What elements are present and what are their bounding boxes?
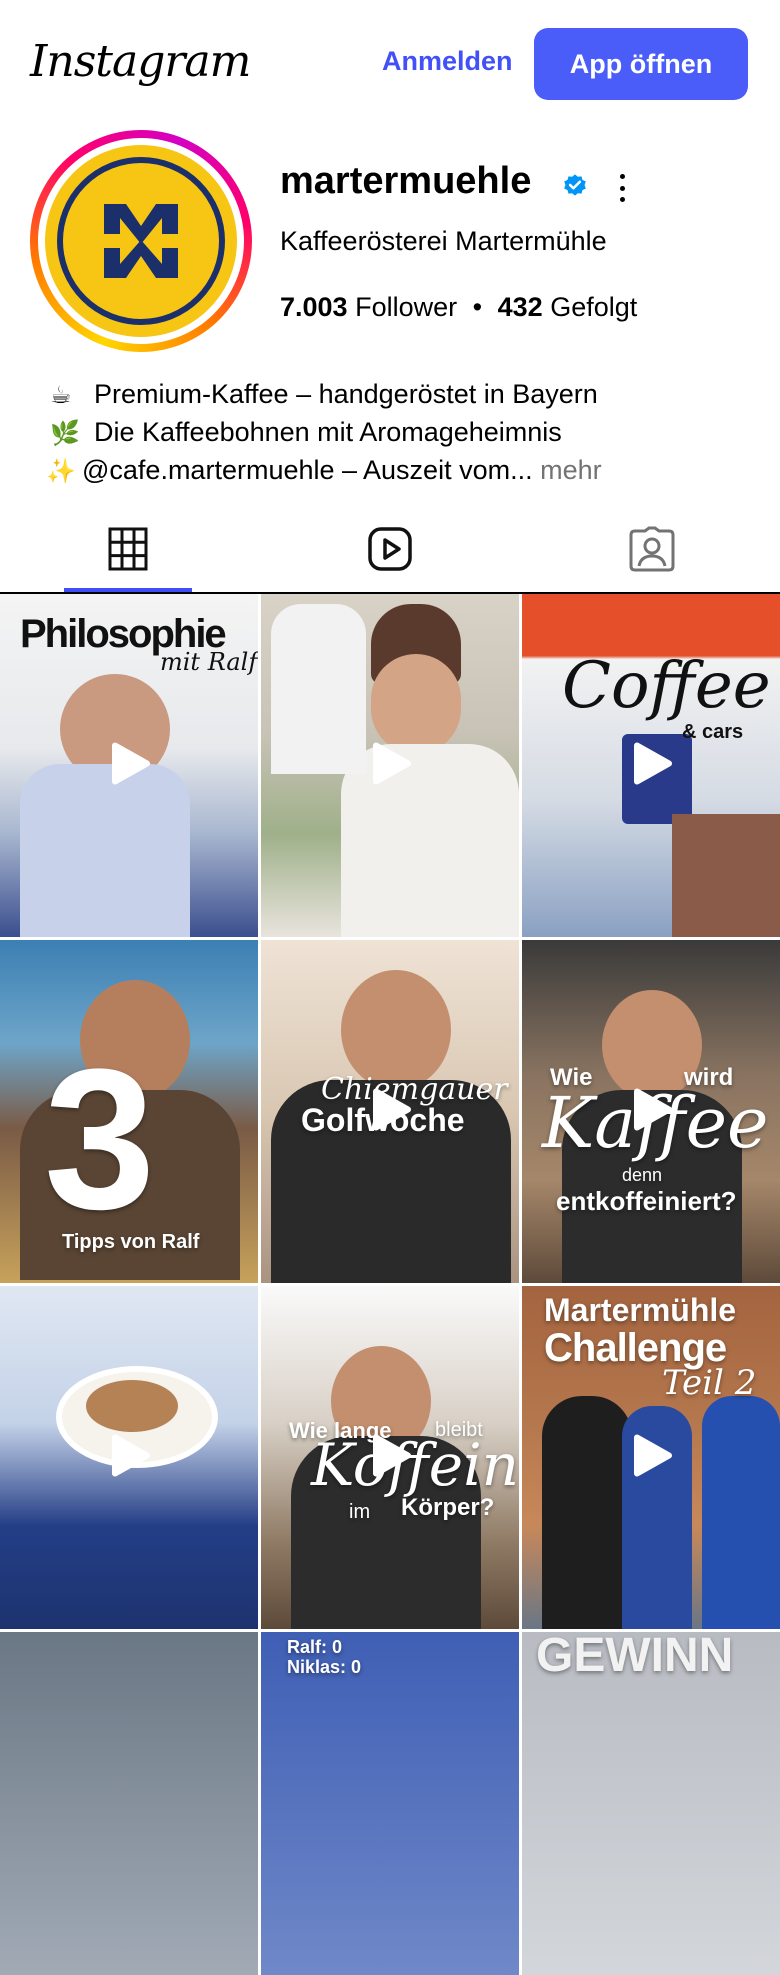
post-caption: Coffee — [562, 649, 771, 723]
post-caption: im — [349, 1501, 371, 1523]
tab-reels[interactable] — [326, 512, 454, 590]
bio-mention-link[interactable]: @cafe.martermuehle – Auszeit vom... — [82, 455, 533, 485]
post-caption: Körper? — [401, 1494, 495, 1521]
tab-tagged[interactable] — [588, 512, 716, 590]
shirt-shape — [20, 764, 190, 937]
post-caption: entkoffeiniert? — [556, 1186, 737, 1216]
open-app-button[interactable]: App öffnen — [534, 28, 748, 100]
post-caption: denn — [622, 1165, 663, 1185]
instagram-logo[interactable]: Instagram — [30, 36, 251, 87]
post-caption: Ralf: 0 — [287, 1637, 343, 1657]
post-tile[interactable]: 3 Tipps von Ralf — [0, 940, 258, 1283]
profile-avatar[interactable] — [30, 130, 252, 352]
bio-line: ✨ @cafe.martermuehle – Auszeit vom... meh… — [46, 452, 602, 490]
following-count: 432 — [497, 292, 543, 322]
post-caption: Teil 2 — [662, 1363, 757, 1403]
post-tile[interactable] — [0, 1632, 258, 1975]
face-shape — [371, 654, 461, 754]
play-icon — [107, 741, 151, 790]
brand-logo-icon — [57, 157, 225, 325]
post-caption: Niklas: 0 — [287, 1657, 362, 1677]
post-tile[interactable]: Ralf: 0 Niklas: 0 — [261, 1632, 519, 1975]
grid-icon — [108, 527, 148, 576]
tagged-icon — [629, 526, 675, 577]
post-tile[interactable]: GEWINN — [522, 1632, 780, 1975]
post-caption: mit Ralf — [160, 648, 258, 676]
more-options-button[interactable] — [610, 170, 634, 206]
post-tile[interactable]: Wie wird Kaffee denn entkoffeiniert? — [522, 940, 780, 1283]
profile-tabs — [0, 512, 780, 594]
post-caption: Challenge — [544, 1326, 727, 1370]
post-caption: & cars — [682, 721, 744, 743]
sparkles-icon: ✨ — [46, 458, 76, 485]
bio-more-button[interactable]: mehr — [540, 455, 602, 485]
inset-person-shape — [271, 604, 366, 774]
play-icon — [368, 1087, 412, 1136]
dot — [619, 185, 625, 191]
post-tile[interactable]: Coffee & cars — [522, 594, 780, 937]
stats-separator: • — [472, 292, 483, 322]
play-icon — [629, 1087, 673, 1136]
play-icon — [107, 1433, 151, 1482]
tab-posts[interactable] — [64, 512, 192, 590]
avatar — [45, 145, 237, 337]
dot — [619, 197, 625, 202]
following-link[interactable]: 432 Gefolgt — [498, 292, 638, 322]
post-tile[interactable]: Wie lange bleibt Koffein im Körper? — [261, 1286, 519, 1629]
bio-text: Die Kaffeebohnen mit Aromageheimnis — [94, 417, 562, 447]
verified-badge-icon — [562, 172, 588, 203]
post-tile[interactable] — [0, 1286, 258, 1629]
bio-line: 🌿 Die Kaffeebohnen mit Aromageheimnis — [50, 414, 602, 452]
post-tile[interactable]: Chiemgauer Golfwoche — [261, 940, 519, 1283]
play-icon — [368, 741, 412, 790]
person-shape — [542, 1396, 632, 1629]
play-icon — [368, 1433, 412, 1482]
post-tile[interactable]: Philosophie mit Ralf — [0, 594, 258, 937]
followers-link[interactable]: 7.003 Follower — [280, 292, 457, 322]
reels-icon — [367, 526, 413, 577]
play-icon — [629, 1433, 673, 1482]
post-tile[interactable]: Martermühle Challenge Teil 2 — [522, 1286, 780, 1629]
profile-stats: 7.003 Follower • 432 Gefolgt — [280, 292, 637, 323]
play-icon — [629, 741, 673, 790]
coffee-icon: ☕ — [50, 382, 72, 409]
post-tile[interactable] — [261, 594, 519, 937]
dot — [619, 174, 625, 179]
post-caption: Koffein — [311, 1431, 519, 1499]
login-link[interactable]: Anmelden — [382, 46, 513, 77]
herb-icon: 🌿 — [50, 420, 80, 447]
player-shape — [702, 1396, 780, 1629]
post-caption: GEWINN — [536, 1632, 734, 1682]
bio-text: Premium-Kaffee – handgeröstet in Bayern — [94, 379, 598, 409]
profile-full-name: Kaffeerösterei Martermühle — [280, 226, 607, 256]
profile-username: martermuehle — [280, 160, 532, 202]
post-caption: Chiemgauer — [321, 1072, 508, 1107]
bio-line: ☕ Premium-Kaffee – handgeröstet in Bayern — [50, 376, 602, 414]
followers-count: 7.003 — [280, 292, 348, 322]
followers-label: Follower — [355, 292, 458, 322]
post-caption: Tipps von Ralf — [62, 1231, 200, 1253]
post-caption: Martermühle — [544, 1292, 737, 1328]
profile-bio: ☕ Premium-Kaffee – handgeröstet in Bayern… — [46, 376, 602, 490]
post-caption: 3 — [44, 1028, 156, 1251]
following-label: Gefolgt — [550, 292, 638, 322]
latte-art-shape — [86, 1380, 178, 1432]
car-shape — [672, 814, 780, 937]
active-tab-indicator — [64, 588, 192, 592]
